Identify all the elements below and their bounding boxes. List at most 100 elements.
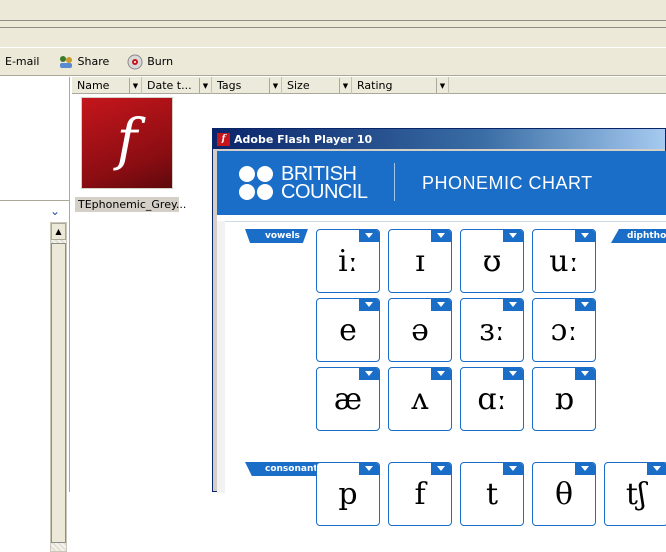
phoneme-symbol: æ	[333, 381, 363, 417]
dropdown-arrow-icon[interactable]	[575, 463, 595, 475]
phonemic-chart: vowels diphthongs consonants iː ɪ ʊ uː e…	[217, 221, 666, 526]
phoneme-symbol: t	[485, 476, 499, 512]
column-label: Name	[77, 79, 110, 92]
column-dropdown-icon[interactable]: ▼	[129, 77, 141, 94]
column-label: Rating	[357, 79, 393, 92]
phoneme-card[interactable]: e	[316, 298, 380, 362]
dropdown-arrow-icon[interactable]	[431, 368, 451, 380]
british-council-logo: BRITISH COUNCIL	[239, 164, 368, 202]
column-header-date[interactable]: Date t... ▼	[142, 77, 212, 94]
dropdown-arrow-icon[interactable]	[503, 463, 523, 475]
column-dropdown-icon[interactable]: ▼	[436, 77, 448, 94]
phoneme-card[interactable]: f	[388, 462, 452, 526]
phoneme-card[interactable]: p	[316, 462, 380, 526]
divider	[394, 163, 395, 201]
chart-panel: vowels diphthongs consonants iː ɪ ʊ uː e…	[225, 221, 666, 526]
dropdown-arrow-icon[interactable]	[431, 463, 451, 475]
explorer-toolbar: E-mail Share Burn	[0, 48, 666, 76]
phoneme-symbol: ʌ	[411, 381, 429, 417]
vertical-scrollbar[interactable]: ▲	[50, 222, 67, 552]
phoneme-symbol: f	[414, 476, 426, 512]
scroll-up-arrow-icon[interactable]: ▲	[51, 223, 66, 240]
phoneme-symbol: ɔː	[550, 312, 578, 348]
column-header-size[interactable]: Size ▼	[282, 77, 352, 94]
column-header-rating[interactable]: Rating ▼	[352, 77, 449, 94]
phoneme-card[interactable]: θ	[532, 462, 596, 526]
email-label: E-mail	[5, 55, 40, 68]
dropdown-arrow-icon[interactable]	[431, 299, 451, 311]
share-label: Share	[77, 55, 110, 68]
dropdown-arrow-icon[interactable]	[359, 299, 379, 311]
phoneme-symbol: ɑː	[477, 381, 507, 417]
dropdown-arrow-icon[interactable]	[359, 463, 379, 475]
phoneme-symbol: tʃ	[625, 476, 647, 512]
phoneme-symbol: ʊ	[482, 243, 502, 279]
dropdown-arrow-icon[interactable]	[575, 299, 595, 311]
flash-player-window: f Adobe Flash Player 10 BRITISH COUNCIL …	[212, 128, 666, 526]
phoneme-card[interactable]: uː	[532, 229, 596, 293]
window-top-strip	[0, 0, 666, 48]
phoneme-symbol: uː	[549, 243, 579, 279]
chevron-down-icon[interactable]: ⌄	[50, 204, 60, 218]
column-dropdown-icon[interactable]: ▼	[199, 77, 211, 94]
phoneme-symbol: θ	[554, 476, 574, 512]
logo-dots	[239, 166, 273, 200]
email-button[interactable]: E-mail	[0, 51, 45, 73]
navigation-pane: ⌄ ▲	[0, 77, 70, 552]
phoneme-card[interactable]: ʌ	[388, 367, 452, 431]
phoneme-symbol: ɪ	[415, 243, 425, 279]
burn-label: Burn	[147, 55, 174, 68]
column-label: Date t...	[147, 79, 192, 92]
column-dropdown-icon[interactable]: ▼	[339, 77, 351, 94]
dropdown-arrow-icon[interactable]	[431, 230, 451, 242]
phoneme-card[interactable]: iː	[316, 229, 380, 293]
dropdown-arrow-icon[interactable]	[359, 230, 379, 242]
share-button[interactable]: Share	[53, 51, 115, 73]
column-header-tags[interactable]: Tags ▼	[212, 77, 282, 94]
column-dropdown-icon[interactable]: ▼	[269, 77, 281, 94]
dropdown-arrow-icon[interactable]	[359, 368, 379, 380]
phoneme-symbol: ə	[411, 312, 429, 348]
phoneme-card[interactable]: æ	[316, 367, 380, 431]
chart-header: BRITISH COUNCIL PHONEMIC CHART	[217, 151, 666, 215]
column-label: Size	[287, 79, 310, 92]
diphthongs-tag: diphthongs	[611, 229, 666, 243]
burn-disc-icon	[127, 54, 143, 70]
dropdown-arrow-icon[interactable]	[503, 299, 523, 311]
scrollbar-thumb[interactable]	[51, 243, 66, 543]
file-item[interactable]: f TEphonemic_Grey...	[75, 97, 186, 212]
divider	[0, 27, 666, 28]
divider	[0, 20, 666, 21]
dropdown-arrow-icon[interactable]	[575, 368, 595, 380]
phoneme-card[interactable]: ɜː	[460, 298, 524, 362]
window-titlebar[interactable]: f Adobe Flash Player 10	[213, 129, 665, 149]
phoneme-symbol: p	[338, 476, 358, 512]
dropdown-arrow-icon[interactable]	[503, 230, 523, 242]
phoneme-card[interactable]: tʃ	[604, 462, 666, 526]
phoneme-symbol: ɜː	[479, 312, 505, 348]
flash-file-icon: f	[81, 97, 173, 189]
phoneme-card[interactable]: ɒ	[532, 367, 596, 431]
vowels-tag: vowels	[245, 229, 308, 243]
phoneme-symbol: ɒ	[554, 381, 574, 417]
file-name: TEphonemic_Grey...	[75, 197, 186, 212]
dropdown-arrow-icon[interactable]	[647, 463, 666, 475]
phoneme-card[interactable]: ɔː	[532, 298, 596, 362]
divider	[0, 200, 70, 201]
phoneme-symbol: e	[339, 312, 357, 348]
column-header-row: Name ▼ Date t... ▼ Tags ▼ Size ▼ Rating …	[72, 77, 666, 94]
dropdown-arrow-icon[interactable]	[575, 230, 595, 242]
burn-button[interactable]: Burn	[122, 51, 178, 73]
dropdown-arrow-icon[interactable]	[503, 368, 523, 380]
phoneme-card[interactable]: ɑː	[460, 367, 524, 431]
phoneme-card[interactable]: t	[460, 462, 524, 526]
phoneme-card[interactable]: ɪ	[388, 229, 452, 293]
flash-content: BRITISH COUNCIL PHONEMIC CHART vowels di…	[217, 151, 666, 526]
column-label: Tags	[217, 79, 242, 92]
phoneme-card[interactable]: ə	[388, 298, 452, 362]
column-header-name[interactable]: Name ▼	[72, 77, 142, 94]
phoneme-card[interactable]: ʊ	[460, 229, 524, 293]
chart-title: PHONEMIC CHART	[422, 173, 593, 193]
flash-app-icon: f	[217, 132, 230, 146]
phoneme-symbol: iː	[338, 243, 358, 279]
